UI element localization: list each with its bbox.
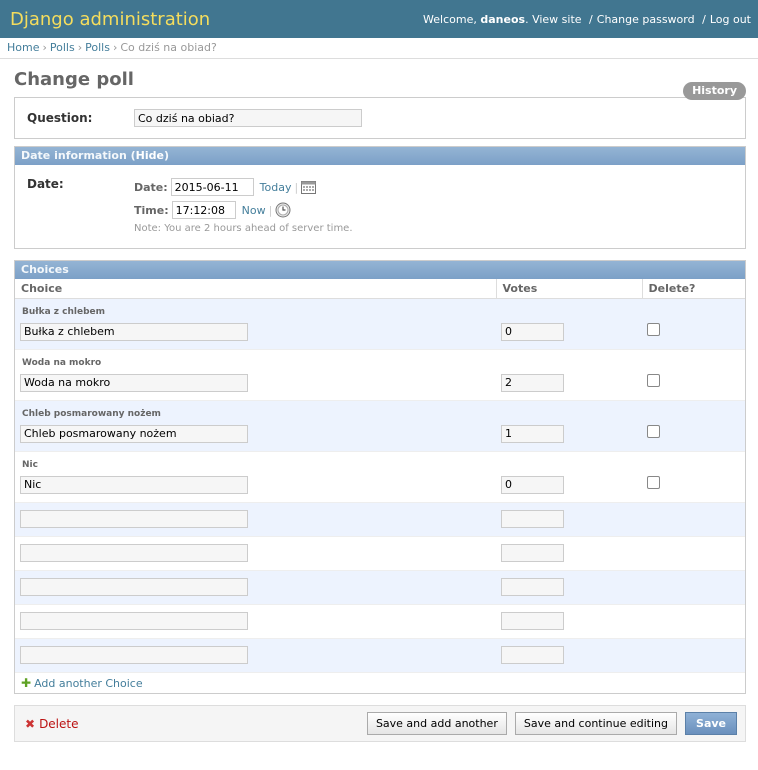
column-header-choice: Choice: [15, 279, 496, 299]
separator: /: [702, 12, 706, 26]
breadcrumb-separator: ›: [77, 41, 83, 54]
question-row: Question:: [14, 97, 746, 139]
choice-input[interactable]: [20, 373, 248, 392]
table-row-empty: [15, 638, 745, 673]
table-row: Nic: [15, 451, 745, 503]
breadcrumb: Home › Polls › Polls › Co dziś na obiad?: [0, 38, 758, 59]
choice-input[interactable]: [20, 646, 248, 664]
log-out-link[interactable]: Log out: [710, 13, 751, 26]
delete-link[interactable]: ✖ Delete: [25, 717, 79, 731]
header: Django administration Welcome, daneos. V…: [0, 0, 758, 38]
date-information-fieldset: Date information (Hide) Date: Date: Toda…: [14, 146, 746, 249]
datetime-widgets: Date: Today | Time: Now |: [134, 177, 353, 234]
inline-title: Chleb posmarowany nożem: [22, 408, 161, 419]
toggle-paren: ): [163, 149, 169, 162]
choices-caption: Choices: [15, 261, 745, 279]
history-button[interactable]: History: [683, 82, 746, 100]
votes-input[interactable]: [501, 612, 564, 630]
choices-table: Choice Votes Delete? Bułka z chlebem Wod…: [15, 279, 745, 693]
delete-checkbox[interactable]: [647, 475, 660, 489]
delete-checkbox[interactable]: [647, 424, 660, 438]
username: daneos: [480, 12, 526, 26]
table-row: Chleb posmarowany nożem: [15, 400, 745, 452]
timezone-note: Note: You are 2 hours ahead of server ti…: [134, 223, 353, 234]
table-row-empty: [15, 604, 745, 639]
inline-title: Bułka z chlebem: [22, 306, 106, 317]
add-another-choice-link[interactable]: Add another Choice: [34, 677, 143, 690]
save-and-add-another-button[interactable]: Save and add another: [366, 712, 507, 735]
question-input[interactable]: [134, 109, 362, 127]
today-link[interactable]: Today: [260, 181, 292, 194]
delete-x-icon: ✖: [25, 716, 36, 731]
choice-input[interactable]: [20, 612, 248, 630]
date-sub-label: Date:: [134, 180, 168, 194]
clock-icon[interactable]: [275, 202, 291, 218]
view-site-link[interactable]: View site: [532, 13, 581, 26]
content: Change poll History Question: Date infor…: [0, 69, 758, 742]
votes-input[interactable]: [501, 544, 564, 562]
table-row: Bułka z chlebem: [15, 298, 745, 350]
breadcrumb-current: Co dziś na obiad?: [120, 41, 217, 54]
page-title: Change poll: [14, 69, 134, 90]
now-link[interactable]: Now: [242, 204, 266, 217]
table-row-empty: [15, 536, 745, 571]
date-input[interactable]: [170, 178, 254, 196]
votes-input[interactable]: [501, 322, 564, 341]
breadcrumb-app[interactable]: Polls: [50, 41, 75, 54]
separator: /: [589, 12, 593, 26]
delete-checkbox[interactable]: [647, 373, 660, 387]
table-row: Woda na mokro: [15, 349, 745, 401]
submit-row: ✖ Delete Save and add another Save and co…: [14, 705, 746, 742]
breadcrumb-separator: ›: [42, 41, 47, 54]
time-sub-label: Time:: [134, 203, 169, 217]
save-and-continue-button[interactable]: Save and continue editing: [514, 712, 678, 735]
pipe-separator: |: [294, 180, 299, 194]
welcome-text: Welcome,: [423, 12, 477, 26]
caption-text: Date information: [21, 149, 127, 162]
table-row-empty: [15, 502, 745, 537]
pipe-separator: |: [268, 203, 273, 217]
inline-title: Woda na mokro: [22, 357, 102, 368]
delete-label: Delete: [39, 716, 79, 731]
breadcrumb-separator: ›: [112, 41, 118, 54]
choices-inline-group: Choices Choice Votes Delete? Bułka z chl…: [14, 260, 746, 694]
column-header-delete: Delete?: [641, 279, 745, 299]
column-header-votes: Votes: [495, 279, 642, 299]
breadcrumb-home[interactable]: Home: [7, 41, 39, 54]
time-input[interactable]: [171, 201, 236, 219]
choice-input[interactable]: [20, 424, 248, 443]
plus-icon: ✚: [21, 675, 32, 690]
table-row-empty: [15, 570, 745, 605]
choice-input[interactable]: [20, 544, 248, 562]
breadcrumb-model[interactable]: Polls: [85, 41, 110, 54]
hide-toggle-link[interactable]: Hide: [136, 149, 164, 162]
user-tools: Welcome, daneos. View site / Change passw…: [423, 12, 751, 26]
choice-input[interactable]: [20, 578, 248, 596]
time-line: Time: Now |: [134, 200, 353, 220]
question-label: Question:: [27, 111, 93, 125]
choice-input[interactable]: [20, 322, 248, 341]
date-label: Date:: [27, 177, 64, 191]
site-name[interactable]: Django administration: [10, 9, 210, 30]
date-row: Date: Date: Today | Time: Now |: [15, 165, 745, 234]
calendar-icon[interactable]: [301, 180, 317, 194]
votes-input[interactable]: [501, 424, 564, 443]
save-button[interactable]: Save: [685, 712, 737, 735]
delete-checkbox[interactable]: [647, 322, 660, 336]
votes-input[interactable]: [501, 578, 564, 596]
inline-title: Nic: [22, 459, 38, 470]
date-line: Date: Today |: [134, 177, 353, 197]
choice-input[interactable]: [20, 510, 248, 528]
votes-input[interactable]: [501, 646, 564, 664]
change-password-link[interactable]: Change password: [597, 13, 695, 26]
votes-input[interactable]: [501, 373, 564, 392]
choice-input[interactable]: [20, 475, 248, 494]
date-information-caption: Date information (Hide): [15, 147, 745, 165]
votes-input[interactable]: [501, 510, 564, 528]
add-row: ✚ Add another Choice: [15, 672, 745, 693]
votes-input[interactable]: [501, 475, 564, 494]
